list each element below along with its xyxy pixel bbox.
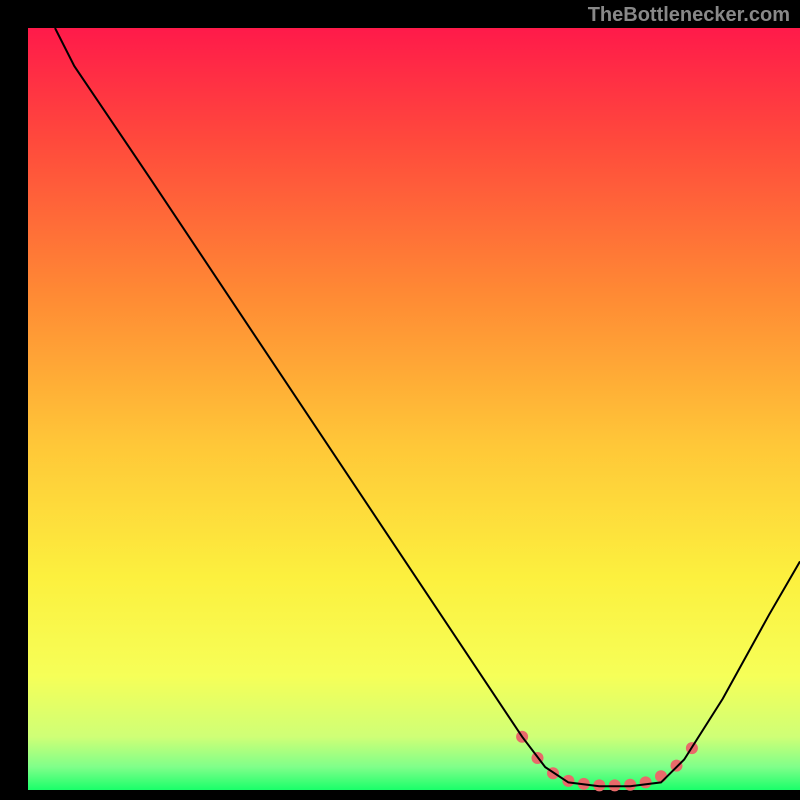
- highlight-dot: [671, 760, 683, 772]
- chart-svg: [0, 0, 800, 800]
- highlight-dot: [655, 770, 667, 782]
- gradient-background: [28, 28, 800, 790]
- bottleneck-chart: [0, 0, 800, 800]
- watermark-text: TheBottlenecker.com: [588, 4, 790, 27]
- highlight-dot: [640, 776, 652, 788]
- highlight-dot: [562, 775, 574, 787]
